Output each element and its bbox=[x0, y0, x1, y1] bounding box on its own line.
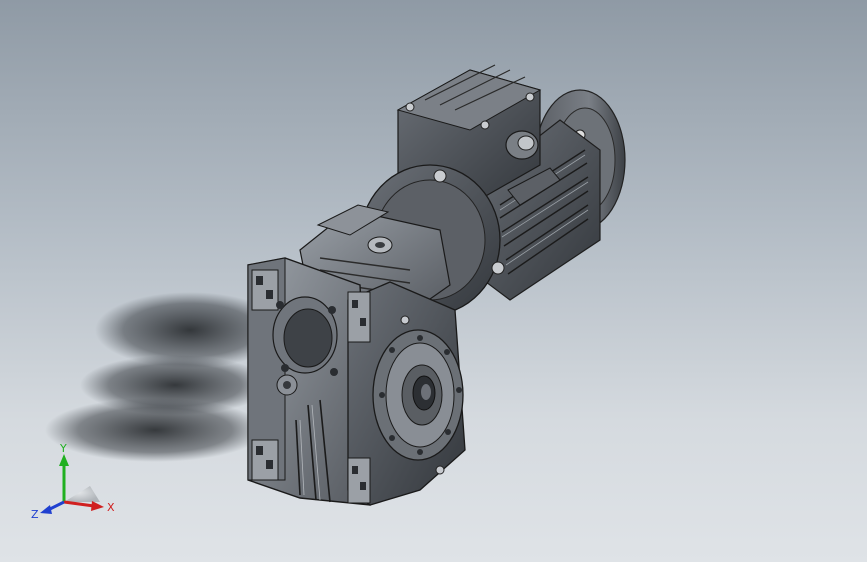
worm-gear-motor-model[interactable] bbox=[0, 0, 867, 562]
y-axis-label: Y bbox=[59, 442, 67, 455]
z-axis-label: Z bbox=[31, 508, 39, 521]
x-axis-arrow-icon bbox=[91, 501, 104, 511]
x-axis-line bbox=[63, 500, 95, 508]
x-axis-label: X bbox=[107, 501, 115, 514]
triad-plane bbox=[64, 486, 100, 502]
z-axis-arrow-icon bbox=[40, 505, 52, 514]
graphics-viewport[interactable]: Y X Z bbox=[0, 0, 867, 562]
output-flange bbox=[347, 281, 466, 506]
view-orientation-triad[interactable]: Y X Z bbox=[30, 440, 120, 530]
y-axis-arrow-icon bbox=[59, 454, 69, 466]
